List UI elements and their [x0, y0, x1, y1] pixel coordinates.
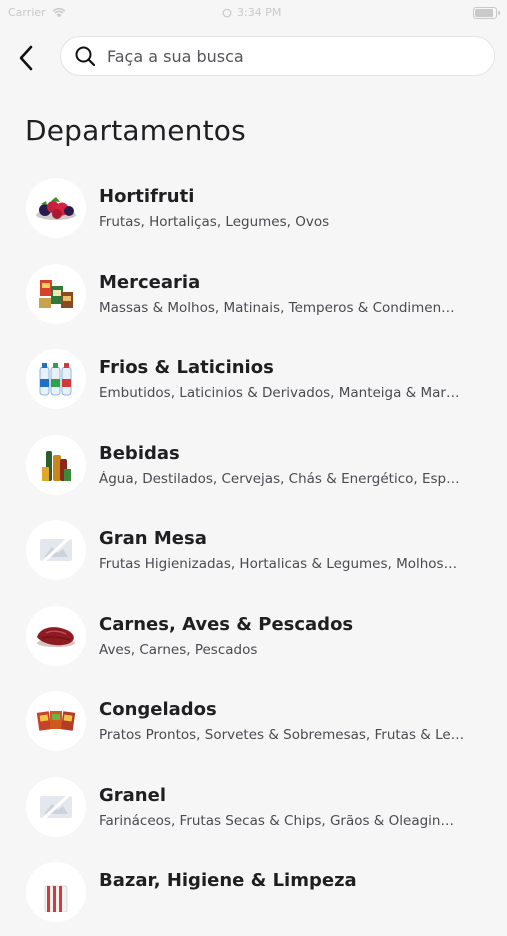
department-subcategories: Pratos Prontos, Sorvetes & Sobremesas, F…	[99, 727, 465, 743]
alarm-icon	[222, 8, 232, 17]
status-time-group: 3:34 PM	[222, 6, 281, 19]
department-item-hortifruti[interactable]: Hortifruti Frutas, Hortaliças, Legumes, …	[0, 166, 507, 252]
department-item-carnes-aves-pescados[interactable]: Carnes, Aves & Pescados Aves, Carnes, Pe…	[0, 594, 507, 680]
image-placeholder-icon	[40, 792, 72, 821]
drinks-image	[42, 450, 71, 481]
department-subcategories: Massas & Molhos, Matinais, Temperos & Co…	[99, 299, 455, 316]
department-name: Mercearia	[99, 271, 201, 293]
department-thumbnail	[26, 691, 86, 751]
search-input[interactable]	[105, 45, 479, 67]
department-thumbnail	[26, 605, 86, 666]
search-bar[interactable]	[60, 36, 495, 76]
department-subcategories: Frutas, Hortaliças, Legumes, Ovos	[99, 214, 330, 230]
department-name: Bebidas	[99, 442, 180, 464]
department-subcategories: Água, Destilados, Cervejas, Chás & Energ…	[99, 470, 460, 487]
department-name: Granel	[99, 784, 166, 806]
frozen-food-image	[36, 711, 76, 731]
back-button[interactable]	[10, 38, 42, 78]
department-name: Bazar, Higiene & Limpeza	[99, 870, 357, 891]
department-list: Hortifruti Frutas, Hortaliças, Legumes, …	[0, 166, 507, 936]
status-carrier: Carrier	[8, 6, 66, 19]
status-bar: Carrier 3:34 PM	[0, 0, 507, 28]
department-thumbnail	[26, 178, 86, 238]
department-subcategories: Frutas Higienizadas, Hortalicas & Legume…	[99, 556, 458, 572]
department-item-bazar-higiene-limpeza[interactable]: Bazar, Higiene & Limpeza	[0, 850, 507, 936]
department-name: Hortifruti	[99, 186, 195, 207]
department-thumbnail	[26, 434, 86, 495]
department-name: Gran Mesa	[99, 528, 207, 549]
bazaar-image	[44, 885, 68, 912]
berries-image	[36, 197, 76, 220]
department-item-mercearia[interactable]: Mercearia Massas & Molhos, Matinais, Tem…	[0, 252, 507, 338]
meat-image	[37, 626, 75, 647]
department-item-gran-mesa[interactable]: Gran Mesa Frutas Higienizadas, Hortalica…	[0, 508, 507, 594]
department-name: Congelados	[99, 699, 217, 720]
department-thumbnail	[26, 349, 86, 409]
department-subcategories: Embutidos, Laticinios & Derivados, Mante…	[99, 385, 460, 401]
page-title: Departamentos	[25, 114, 246, 147]
department-subcategories: Farináceos, Frutas Secas & Chips, Grãos …	[99, 812, 454, 829]
department-name: Carnes, Aves & Pescados	[99, 613, 354, 635]
chevron-left-icon	[19, 45, 33, 71]
department-item-congelados[interactable]: Congelados Pratos Prontos, Sorvetes & So…	[0, 679, 507, 765]
status-time: 3:34 PM	[237, 6, 282, 19]
image-placeholder-icon	[40, 535, 72, 565]
battery-icon	[473, 7, 500, 19]
department-thumbnail	[26, 862, 86, 922]
department-item-granel[interactable]: Granel Farináceos, Frutas Secas & Chips,…	[0, 765, 507, 851]
carrier-label: Carrier	[8, 6, 46, 19]
milk-bottles-image	[39, 363, 72, 396]
department-item-frios-laticinios[interactable]: Frios & Laticinios Embutidos, Laticinios…	[0, 337, 507, 423]
search-icon	[74, 45, 96, 67]
department-thumbnail	[26, 520, 86, 580]
department-thumbnail	[26, 776, 86, 837]
department-name: Frios & Laticinios	[99, 357, 274, 378]
department-thumbnail	[26, 263, 86, 324]
wifi-icon	[52, 8, 65, 18]
groceries-image	[39, 279, 73, 308]
department-item-bebidas[interactable]: Bebidas Água, Destilados, Cervejas, Chás…	[0, 423, 507, 509]
department-subcategories: Aves, Carnes, Pescados	[99, 641, 258, 658]
